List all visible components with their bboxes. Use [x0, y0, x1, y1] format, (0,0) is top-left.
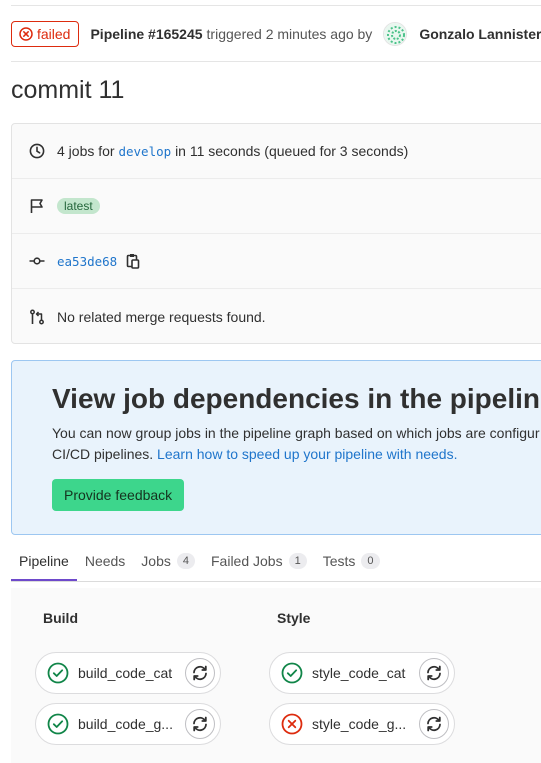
pipeline-header: failed Pipeline #165245 triggered 2 minu…: [11, 21, 541, 47]
merge-requests-row: No related merge requests found.: [12, 289, 541, 344]
retry-icon[interactable]: [419, 658, 449, 688]
job-build-code-g[interactable]: build_code_g...: [35, 703, 221, 745]
tab-label: Jobs: [141, 552, 171, 569]
copy-icon[interactable]: [126, 253, 140, 269]
check-circle-icon: [281, 662, 303, 684]
tab-count: 0: [361, 552, 380, 569]
tab-label: Failed Jobs: [211, 552, 283, 569]
pipeline-graph: Build Style build_code_cat build_code_g.…: [11, 588, 541, 763]
page-title: commit 11: [11, 76, 125, 104]
retry-icon[interactable]: [185, 658, 215, 688]
needs-docs-link[interactable]: Learn how to speed up your pipeline with…: [157, 446, 457, 462]
status-label: failed: [37, 26, 71, 42]
failed-status-icon: [281, 713, 303, 735]
tab-label: Pipeline: [19, 552, 69, 569]
banner-title: View job dependencies in the pipeline: [52, 383, 541, 414]
tab-tests[interactable]: Tests 0: [315, 540, 388, 581]
check-circle-icon: [47, 713, 69, 735]
job-name: build_code_g...: [78, 716, 173, 732]
job-build-code-cat[interactable]: build_code_cat: [35, 652, 221, 694]
status-badge[interactable]: failed: [11, 21, 80, 47]
branch-link[interactable]: develop: [118, 144, 171, 159]
provide-feedback-button[interactable]: Provide feedback: [52, 479, 185, 511]
banner-text-line1: You can now group jobs in the pipeline g…: [52, 425, 540, 441]
tab-count: 4: [176, 552, 195, 569]
job-name: style_code_g...: [312, 716, 407, 732]
top-divider: [11, 5, 541, 6]
tab-failed-jobs[interactable]: Failed Jobs 1: [203, 540, 315, 581]
commit-icon: [28, 252, 46, 270]
tab-jobs[interactable]: Jobs 4: [133, 540, 203, 581]
clock-icon: [28, 142, 46, 160]
latest-badge: latest: [57, 198, 100, 214]
commit-row: ea53de68: [12, 234, 541, 289]
header-divider: [11, 61, 541, 62]
failed-status-icon: [19, 27, 33, 41]
commit-sha-link[interactable]: ea53de68: [57, 254, 117, 269]
job-style-code-g[interactable]: style_code_g...: [269, 703, 455, 745]
pipeline-id: Pipeline #165245: [90, 26, 203, 42]
jobs-summary-row: 4 jobs for develop in 11 seconds (queued…: [12, 124, 541, 179]
stage-title-style: Style: [277, 610, 311, 626]
pipeline-tabs: Pipeline Needs Jobs 4 Failed Jobs 1 Tests 0: [11, 540, 541, 582]
tab-count: 1: [288, 552, 307, 569]
merge-request-icon: [28, 308, 46, 326]
job-style-code-cat[interactable]: style_code_cat: [269, 652, 455, 694]
retry-icon[interactable]: [419, 709, 449, 739]
tab-needs[interactable]: Needs: [77, 540, 133, 581]
check-circle-icon: [47, 662, 69, 684]
flag-icon: [28, 197, 46, 215]
tab-pipeline[interactable]: Pipeline: [11, 540, 77, 581]
triggered-text: triggered 2 minutes ago by: [206, 26, 373, 42]
jobs-prefix: 4 jobs for: [57, 143, 115, 159]
tab-label: Tests: [322, 552, 356, 569]
banner-text-line2: CI/CD pipelines.: [52, 446, 154, 462]
pipeline-info-box: 4 jobs for develop in 11 seconds (queued…: [11, 123, 541, 344]
jobs-suffix: in 11 seconds (queued for 3 seconds): [175, 143, 409, 159]
badges-row: latest: [12, 179, 541, 234]
merge-requests-text: No related merge requests found.: [57, 308, 266, 325]
needs-promo-banner: View job dependencies in the pipeline Yo…: [11, 360, 541, 535]
stage-title-build: Build: [43, 610, 78, 626]
retry-icon[interactable]: [185, 709, 215, 739]
user-name[interactable]: Gonzalo Lannister: [419, 26, 541, 42]
job-name: style_code_cat: [312, 665, 406, 681]
banner-text: You can now group jobs in the pipeline g…: [52, 423, 541, 465]
tab-label: Needs: [84, 552, 126, 569]
job-name: build_code_cat: [78, 665, 173, 681]
avatar[interactable]: [383, 22, 408, 46]
